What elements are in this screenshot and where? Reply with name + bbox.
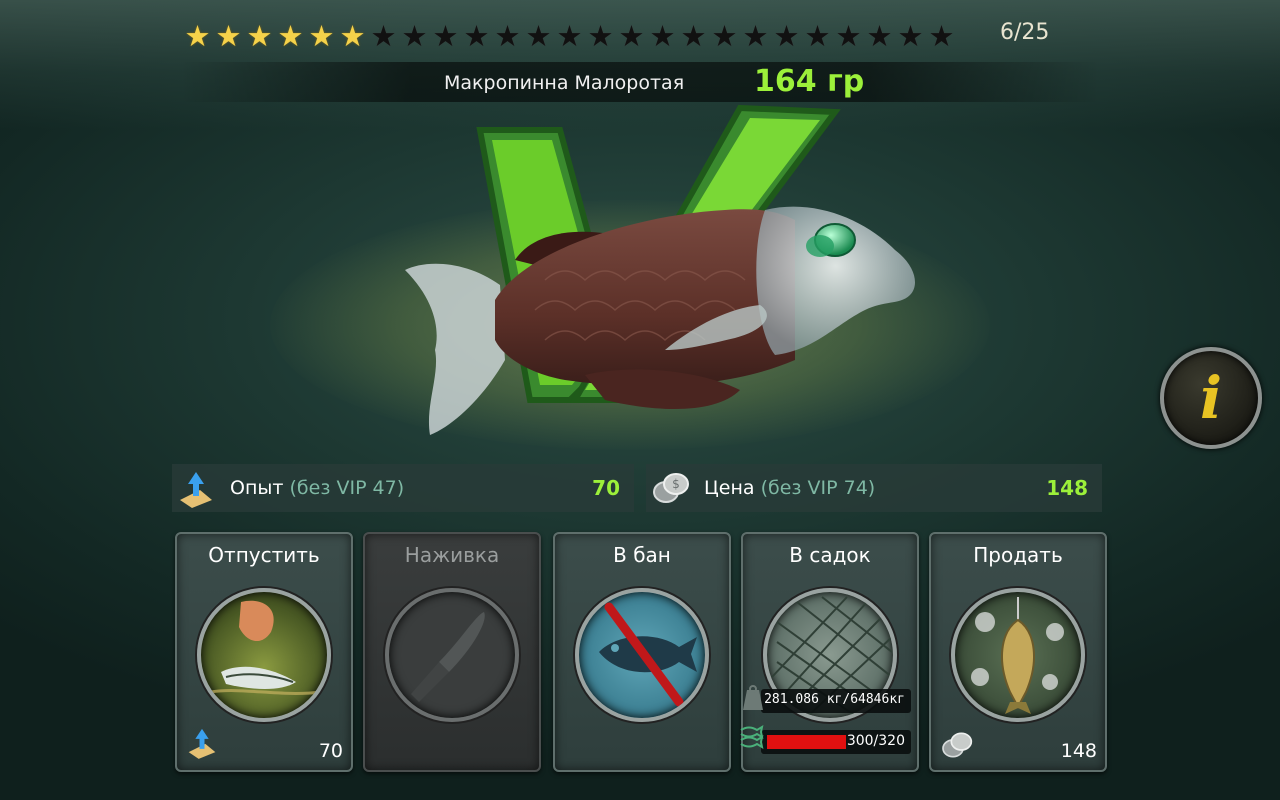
xp-arrow-icon [180,472,212,508]
star-empty-icon: ★ [432,19,459,53]
star-empty-icon: ★ [897,19,924,53]
star-empty-icon: ★ [773,19,800,53]
star-filled-icon: ★ [308,19,335,53]
star-empty-icon: ★ [618,19,645,53]
coin-icon: $ [653,473,689,503]
coin-icon [942,732,973,758]
star-empty-icon: ★ [649,19,676,53]
xp-arrow-icon [188,728,216,759]
price-stat-bar: $ Цена (без VIP 74) 148 [646,464,1102,512]
star-empty-icon: ★ [835,19,862,53]
sell-price-count: 148 [1060,740,1097,762]
fish-weight: 164 гр [754,64,865,99]
xp-stat-bar: Опыт (без VIP 47) 70 [172,464,634,512]
hand-release-icon [210,600,322,695]
star-empty-icon: ★ [866,19,893,53]
star-filled-icon: ★ [184,19,211,53]
keepnet-weight-box: 281.086 кг/64846кг [761,689,911,713]
star-count: 6/25 [1000,20,1050,45]
knife-icon [411,612,485,702]
banned-fish-icon [599,602,697,707]
release-title: Отпустить [208,543,320,567]
star-empty-icon: ★ [525,19,552,53]
star-empty-icon: ★ [556,19,583,53]
fish-count-icon [740,724,764,750]
star-empty-icon: ★ [680,19,707,53]
sell-image [951,588,1085,722]
xp-sub: (без VIP 47) [289,477,405,499]
star-rating: ★ ★ ★ ★ ★ ★ ★ ★ ★ ★ ★ ★ ★ ★ ★ ★ ★ ★ ★ ★ ★ ★ ★ ★ ★ [182,18,957,54]
keepnet-capacity-box: 300/320 [761,730,911,754]
keepnet-capacity: 300/320 [846,733,905,749]
bait-button[interactable]: Наживка [363,532,541,772]
sell-button[interactable]: Продать 148 [929,532,1107,772]
release-button[interactable]: Отпустить 70 [175,532,353,772]
bait-image [385,588,519,722]
price-label: Цена [704,477,755,499]
fish-on-hook-icon [971,597,1064,714]
info-button[interactable]: i [1160,347,1262,449]
weight-kg-icon [743,685,763,710]
xp-value: 70 [592,476,620,500]
keepnet-capacity-bar [767,735,846,749]
fish-name: Макропинна Малоротая [444,72,685,94]
ban-title: В бан [613,543,671,567]
star-filled-icon: ★ [277,19,304,53]
ban-button[interactable]: В бан [553,532,731,772]
ban-image [575,588,709,722]
xp-label: Опыт [230,477,284,499]
star-empty-icon: ★ [711,19,738,53]
star-filled-icon: ★ [246,19,273,53]
star-empty-icon: ★ [928,19,955,53]
sell-title: Продать [973,543,1063,567]
fish-image [405,206,915,435]
info-icon: i [1199,364,1223,432]
star-filled-icon: ★ [339,19,366,53]
star-empty-icon: ★ [804,19,831,53]
svg-text:$: $ [672,477,680,491]
star-empty-icon: ★ [494,19,521,53]
release-image [197,588,331,722]
star-empty-icon: ★ [742,19,769,53]
star-empty-icon: ★ [401,19,428,53]
star-empty-icon: ★ [463,19,490,53]
release-xp-count: 70 [318,740,343,762]
price-sub: (без VIP 74) [760,477,876,499]
star-empty-icon: ★ [587,19,614,53]
star-filled-icon: ★ [215,19,242,53]
keepnet-weight: 281.086 кг/64846кг [764,692,905,707]
keepnet-button[interactable]: В садок 281.086 кг/64846кг 300/320 [740,532,919,772]
price-value: 148 [1046,476,1088,500]
star-empty-icon: ★ [370,19,397,53]
bait-title: Наживка [404,543,500,567]
keepnet-title: В садок [789,543,871,567]
